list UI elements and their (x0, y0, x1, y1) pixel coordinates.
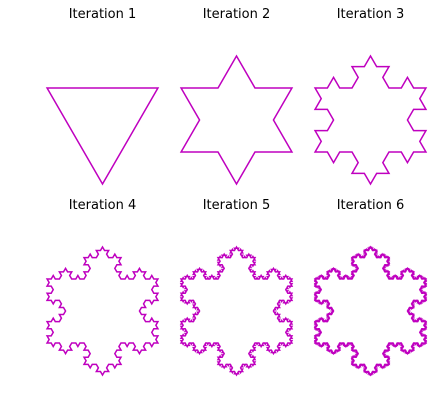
panel-title-iteration-4: Iteration 4 (69, 198, 137, 213)
panel-title-iteration-5: Iteration 5 (203, 198, 271, 213)
panel-title-iteration-2: Iteration 2 (203, 7, 271, 22)
panel-title-iteration-3: Iteration 3 (337, 7, 405, 22)
panel-title-iteration-6: Iteration 6 (337, 198, 405, 213)
panel-title-iteration-1: Iteration 1 (69, 7, 137, 22)
koch-snowflake-figure: Iteration 1 Iteration 2 Iteration 3 Iter… (0, 0, 443, 406)
